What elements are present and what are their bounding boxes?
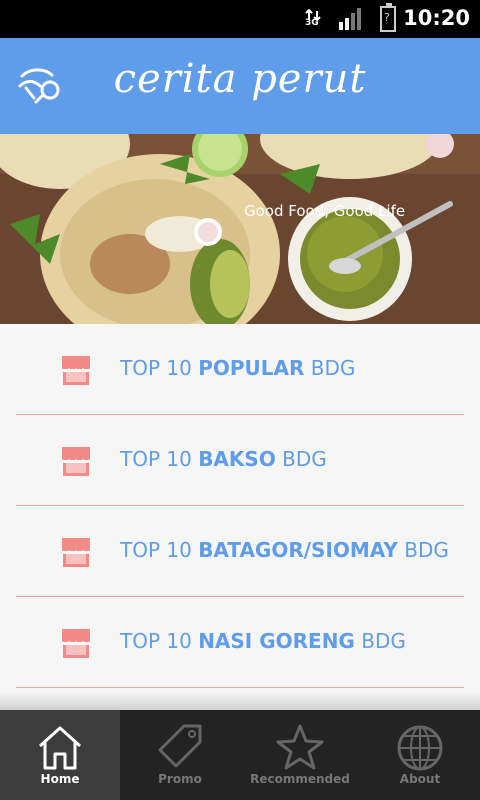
tab-label: Promo: [158, 772, 202, 786]
star-icon: [276, 724, 324, 770]
list-item-label: TOP 10 BAKSO BDG: [120, 447, 327, 471]
signal-strength-icon: [339, 8, 361, 30]
tab-recommended[interactable]: Recommended: [240, 710, 360, 800]
status-time: 10:20: [403, 6, 470, 30]
list-item-label: TOP 10 NASI GORENG BDG: [120, 629, 406, 653]
store-icon: [61, 629, 91, 658]
list-fade-shadow: [0, 692, 480, 710]
category-list: TOP 10 POPULAR BDG TOP 10 BAKSO BDG TOP …: [0, 324, 480, 692]
list-item-label: TOP 10 BATAGOR/SIOMAY BDG: [120, 538, 449, 562]
list-item-bakso[interactable]: TOP 10 BAKSO BDG: [16, 415, 464, 506]
globe-icon: [397, 725, 443, 771]
hero-banner: Good Food, Good Life: [0, 134, 480, 324]
status-bar: 3G ? 10:20: [0, 0, 480, 38]
tab-label: Recommended: [250, 772, 350, 786]
battery-icon: ?: [380, 3, 396, 32]
app-title: cerita perut: [113, 56, 367, 102]
tab-promo[interactable]: Promo: [120, 710, 240, 800]
tab-home[interactable]: Home: [0, 710, 120, 800]
app-header: cerita perut: [0, 38, 480, 134]
store-icon: [61, 447, 91, 476]
list-item-nasi-goreng[interactable]: TOP 10 NASI GORENG BDG: [16, 597, 464, 688]
food-photo: [0, 134, 480, 324]
store-icon: [61, 356, 91, 385]
list-item-popular[interactable]: TOP 10 POPULAR BDG: [16, 324, 464, 415]
tab-about[interactable]: About: [360, 710, 480, 800]
bottom-tab-bar: Home Promo Recommended About: [0, 710, 480, 800]
tab-label: About: [399, 772, 441, 786]
network-3g-icon: 3G: [304, 6, 322, 32]
home-icon: [38, 726, 82, 770]
list-item-batagor-siomay[interactable]: TOP 10 BATAGOR/SIOMAY BDG: [16, 506, 464, 597]
tab-label: Home: [40, 772, 80, 786]
hero-tagline: Good Food, Good Life: [244, 202, 406, 220]
store-icon: [61, 538, 91, 567]
list-item-label: TOP 10 POPULAR BDG: [120, 356, 356, 380]
network-type-label: 3G: [305, 18, 319, 28]
tag-icon: [158, 724, 202, 768]
